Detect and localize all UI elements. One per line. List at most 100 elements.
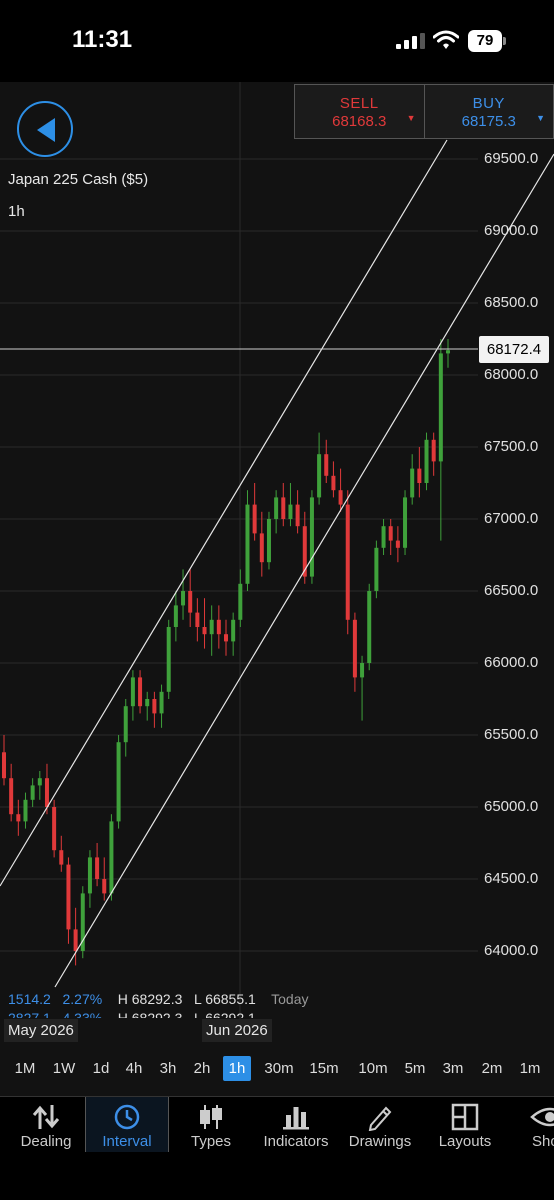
- candle: [259, 511, 264, 577]
- candle: [109, 814, 114, 901]
- candle: [309, 490, 314, 584]
- sell-caret-icon: ▼: [406, 113, 416, 123]
- y-axis-label: 69500.0: [484, 150, 539, 167]
- buy-button[interactable]: BUY 68175.3 ▼: [423, 85, 554, 138]
- candle-body: [181, 591, 186, 606]
- toolbar-types[interactable]: Types: [174, 1097, 248, 1153]
- pencil-icon: [368, 1106, 392, 1131]
- candle: [102, 857, 107, 901]
- stats-today: 1514.2 2.27% H 68292.3 L 66855.1 Today: [8, 991, 308, 1007]
- candle: [424, 432, 429, 491]
- bottom-toolbar: Dealing Interval Types Indicators Drawin…: [0, 1096, 554, 1153]
- candle: [188, 569, 193, 627]
- toolbar-dealing[interactable]: Dealing: [8, 1097, 84, 1153]
- candle: [123, 699, 128, 757]
- candle: [367, 583, 372, 671]
- candle: [395, 526, 400, 563]
- sell-button[interactable]: SELL 68168.3 ▼: [295, 85, 424, 138]
- candle: [73, 907, 78, 966]
- stats-high: H 68292.3: [117, 991, 183, 1007]
- toolbar-label: Types: [190, 1133, 232, 1150]
- toolbar-interval[interactable]: Interval: [85, 1097, 169, 1153]
- toolbar-show[interactable]: Sho: [520, 1097, 554, 1153]
- candle-body: [195, 612, 200, 627]
- candle: [417, 447, 422, 498]
- price-chart[interactable]: [0, 82, 554, 1042]
- candle: [87, 850, 92, 908]
- candle: [166, 619, 171, 699]
- y-axis-label: 65500.0: [484, 726, 539, 743]
- candle: [80, 886, 85, 959]
- candle-body: [317, 454, 322, 498]
- toolbar-label: Indicators: [263, 1133, 329, 1150]
- y-axis-label: 66500.0: [484, 582, 539, 599]
- interval-3h[interactable]: 3h: [153, 1056, 183, 1081]
- candle-body: [403, 497, 408, 548]
- candle-body: [16, 814, 21, 822]
- candle-body: [367, 591, 372, 663]
- battery-level: 79: [468, 30, 502, 52]
- candle-body: [66, 864, 71, 930]
- bar-chart-icon: [283, 1107, 309, 1130]
- candle: [59, 835, 64, 872]
- back-button[interactable]: [17, 101, 73, 157]
- candle: [173, 591, 178, 642]
- eye-icon: [530, 1107, 554, 1127]
- interval-2h[interactable]: 2h: [187, 1056, 217, 1081]
- interval-15m[interactable]: 15m: [305, 1056, 343, 1081]
- toolbar-layouts[interactable]: Layouts: [432, 1097, 498, 1153]
- toolbar-indicators[interactable]: Indicators: [258, 1097, 334, 1153]
- interval-1m[interactable]: 1m: [516, 1056, 544, 1081]
- interval-1d[interactable]: 1d: [86, 1056, 116, 1081]
- candle: [9, 763, 14, 822]
- toolbar-drawings[interactable]: Drawings: [344, 1097, 416, 1153]
- candle: [66, 857, 71, 944]
- interval-2m[interactable]: 2m: [476, 1056, 508, 1081]
- candle: [345, 490, 350, 635]
- back-arrow-icon: [37, 118, 55, 142]
- candle: [266, 511, 271, 570]
- stats-period-2: 2827.1 4.33% H 68292.3 L 66292.1: [8, 1010, 256, 1018]
- candle-body: [309, 497, 314, 577]
- candle: [324, 439, 329, 483]
- candle: [410, 454, 415, 505]
- interval-bar: 1M 1W 1d 4h 3h 2h 1h 30m 15m 10m 5m 3m 2m 1m: [0, 1042, 554, 1096]
- y-axis-label: 67000.0: [484, 510, 539, 527]
- candle: [202, 598, 207, 649]
- interval-1h[interactable]: 1h: [223, 1056, 251, 1081]
- candle-body: [360, 663, 365, 678]
- candle: [2, 735, 6, 786]
- interval-1W[interactable]: 1W: [48, 1056, 80, 1081]
- candle: [338, 468, 343, 512]
- candle-body: [224, 634, 228, 642]
- candle-body: [166, 627, 171, 692]
- chart-area[interactable]: SELL 68168.3 ▼ BUY 68175.3 ▼ Japan 225 C…: [0, 82, 554, 1042]
- interval-30m[interactable]: 30m: [259, 1056, 299, 1081]
- battery-icon: 79: [468, 30, 506, 52]
- channel-upper-line: [0, 139, 448, 887]
- interval-4h[interactable]: 4h: [119, 1056, 149, 1081]
- stats-high: H 68292.3: [117, 1010, 183, 1018]
- candle-body: [266, 519, 271, 563]
- candle-body: [231, 619, 236, 642]
- y-axis-label: 65000.0: [484, 798, 539, 815]
- x-axis-label: Jun 2026: [202, 1019, 272, 1042]
- interval-1M[interactable]: 1M: [9, 1056, 41, 1081]
- grid-icon: [451, 1103, 479, 1131]
- candle-body: [388, 526, 393, 541]
- candle-body: [159, 691, 164, 714]
- interval-5m[interactable]: 5m: [400, 1056, 430, 1081]
- candle: [381, 519, 386, 555]
- candle-body: [381, 526, 386, 548]
- buy-label: BUY: [472, 95, 505, 112]
- interval-3m[interactable]: 3m: [437, 1056, 469, 1081]
- candle-body: [188, 591, 193, 613]
- candle-body: [145, 699, 150, 707]
- last-price-tag: 68172.4: [479, 336, 549, 363]
- candle: [209, 605, 214, 656]
- candle: [295, 490, 300, 534]
- interval-10m[interactable]: 10m: [353, 1056, 393, 1081]
- candle-body: [417, 468, 422, 483]
- buy-price: 68175.3: [461, 113, 516, 130]
- candle: [159, 684, 164, 728]
